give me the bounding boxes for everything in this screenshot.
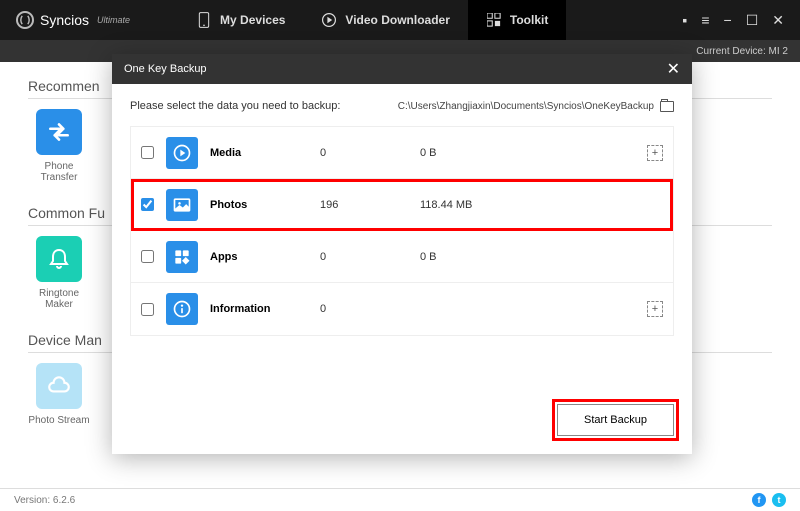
row-count: 0 [320,147,420,159]
tile-ringtone-maker[interactable]: Ringtone Maker [28,236,90,310]
tab-label: Video Downloader [345,13,449,27]
tile-phone-transfer[interactable]: Phone Transfer [28,109,90,183]
titlebar: Syncios Ultimate My Devices Video Downlo… [0,0,800,40]
tile-label: Phone Transfer [28,161,90,183]
maximize-icon[interactable]: ☐ [746,13,759,27]
row-count: 0 [320,251,420,263]
social-links: f t [752,493,786,507]
row-size: 118.44 MB [420,199,472,211]
close-icon[interactable]: ✕ [772,13,784,27]
version-label: Version: 6.2.6 [14,495,75,506]
photos-icon [166,189,198,221]
tab-toolkit[interactable]: Toolkit [468,0,566,40]
tile-label: Ringtone Maker [28,288,90,310]
status-bar: Version: 6.2.6 f t [0,488,800,511]
modal-footer: Start Backup [112,394,692,454]
info-icon [166,293,198,325]
folder-icon[interactable] [660,101,674,112]
minimize-icon[interactable]: − [724,13,732,27]
tab-my-devices[interactable]: My Devices [178,0,303,40]
expand-button[interactable]: + [647,145,663,161]
row-name: Apps [210,251,320,263]
apps-icon [166,241,198,273]
tab-label: Toolkit [510,13,548,27]
tile-photo-stream[interactable]: Photo Stream [28,363,90,426]
checkbox-photos[interactable] [141,198,154,211]
media-icon [166,137,198,169]
bell-icon [36,236,82,282]
brand-name: Syncios [40,12,89,28]
row-count: 0 [320,303,420,315]
message-icon[interactable]: ▪ [682,13,687,27]
modal-title: One Key Backup [124,63,207,75]
row-apps[interactable]: Apps 0 0 B [131,231,673,283]
tile-label: Photo Stream [28,415,89,426]
modal-body: Please select the data you need to backu… [112,84,692,394]
facebook-icon[interactable]: f [752,493,766,507]
menu-icon[interactable]: ≡ [701,13,709,27]
row-name: Information [210,303,320,315]
backup-prompt: Please select the data you need to backu… [130,100,340,112]
row-size: 0 B [420,147,437,159]
syncios-logo-icon [16,11,34,29]
row-photos[interactable]: Photos 196 118.44 MB [131,179,673,231]
window-controls: ▪ ≡ − ☐ ✕ [682,13,792,27]
transfer-icon [36,109,82,155]
one-key-backup-modal: One Key Backup ✕ Please select the data … [112,54,692,454]
row-information[interactable]: Information 0 + [131,283,673,335]
row-name: Photos [210,199,320,211]
modal-header: One Key Backup ✕ [112,54,692,84]
twitter-icon[interactable]: t [772,493,786,507]
path-text: C:\Users\Zhangjiaxin\Documents\Syncios\O… [398,101,654,112]
expand-button[interactable]: + [647,301,663,317]
backup-path[interactable]: C:\Users\Zhangjiaxin\Documents\Syncios\O… [398,101,674,112]
play-icon [321,12,337,28]
checkbox-information[interactable] [141,303,154,316]
backup-list: Media 0 0 B + Photos 196 118.44 MB Apps … [130,126,674,336]
main-tabs: My Devices Video Downloader Toolkit [178,0,566,40]
cloud-icon [36,363,82,409]
tab-video-downloader[interactable]: Video Downloader [303,0,467,40]
grid-icon [486,12,502,28]
checkbox-media[interactable] [141,146,154,159]
row-count: 196 [320,199,420,211]
device-icon [196,12,212,28]
current-device-label: Current Device: MI 2 [696,46,788,57]
row-size: 0 B [420,251,437,263]
app-logo: Syncios Ultimate [8,11,138,29]
row-media[interactable]: Media 0 0 B + [131,127,673,179]
checkbox-apps[interactable] [141,250,154,263]
start-backup-button[interactable]: Start Backup [557,404,674,436]
brand-sub: Ultimate [97,15,130,25]
modal-close-button[interactable]: ✕ [667,59,680,79]
row-name: Media [210,147,320,159]
tab-label: My Devices [220,13,285,27]
